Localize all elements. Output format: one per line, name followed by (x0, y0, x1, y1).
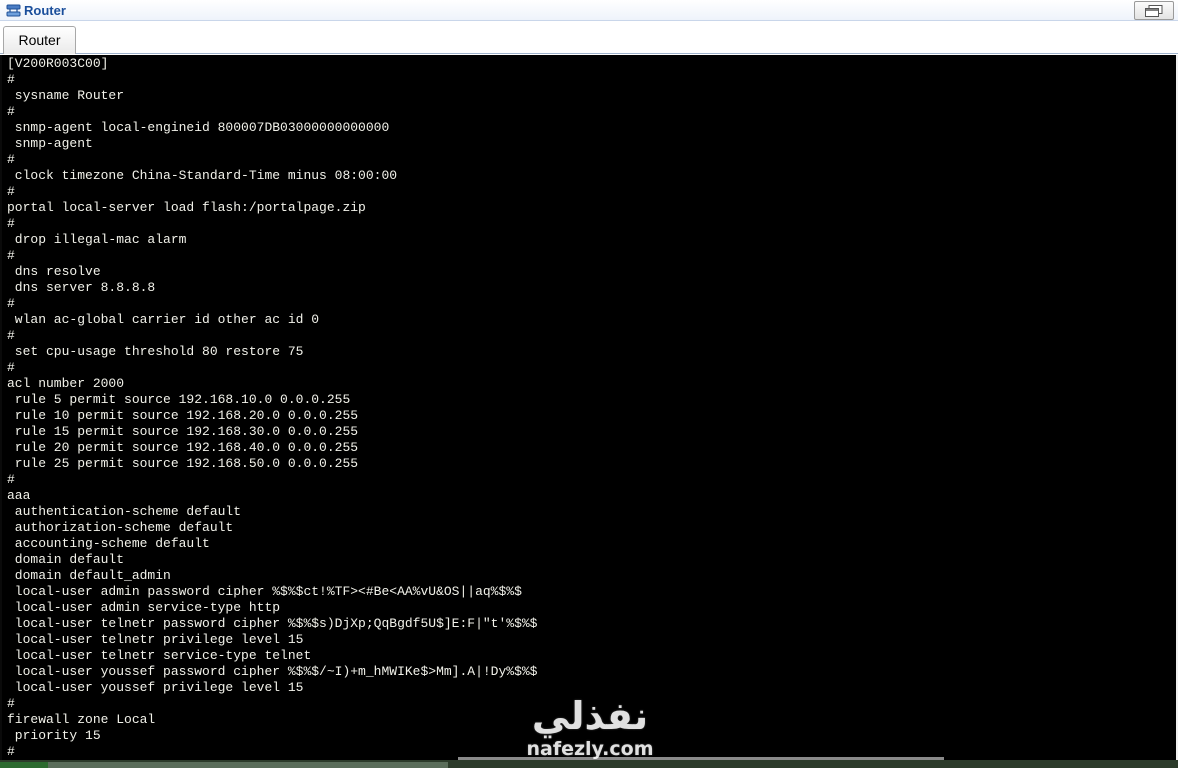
taskbar-segment (0, 762, 48, 768)
console-line: # (7, 184, 15, 199)
console-line: snmp-agent local-engineid 800007DB030000… (7, 120, 390, 135)
console-line: domain default (7, 552, 125, 567)
console-line: aaa (7, 488, 31, 503)
console-line: set cpu-usage threshold 80 restore 75 (7, 344, 304, 359)
console-line: local-user telnetr privilege level 15 (7, 632, 304, 647)
console-line: local-user admin service-type http (7, 600, 281, 615)
console-line: accounting-scheme default (7, 536, 210, 551)
tab-bar: Router (0, 21, 1178, 54)
console-line: rule 25 permit source 192.168.50.0 0.0.0… (7, 456, 359, 471)
console-line: authorization-scheme default (7, 520, 234, 535)
console-line: # (7, 472, 15, 487)
console-line: # (7, 104, 15, 119)
terminal-console[interactable]: [V200R003C00] # sysname Router # snmp-agen… (0, 55, 1176, 760)
console-line: rule 15 permit source 192.168.30.0 0.0.0… (7, 424, 359, 439)
console-line: local-user admin password cipher %$%$ct!… (7, 584, 522, 599)
console-line: dns resolve (7, 264, 101, 279)
console-line: firewall zone Local (7, 712, 156, 727)
console-line: snmp-agent (7, 136, 93, 151)
restore-window-button[interactable] (1134, 1, 1174, 20)
console-line: # (7, 152, 15, 167)
console-line: portal local-server load flash:/portalpa… (7, 200, 366, 215)
console-line: drop illegal-mac alarm (7, 232, 187, 247)
console-line: clock timezone China-Standard-Time minus… (7, 168, 398, 183)
console-line: priority 15 (7, 728, 101, 743)
watermark-logo: نفذلي nafezly.com (505, 694, 675, 768)
window-titlebar: Router (0, 0, 1178, 21)
console-line: acl number 2000 (7, 376, 125, 391)
console-line: dns server 8.8.8.8 (7, 280, 156, 295)
console-line: # (7, 72, 15, 87)
console-line: # (7, 216, 15, 231)
console-line: rule 10 permit source 192.168.20.0 0.0.0… (7, 408, 359, 423)
watermark-arabic-text: نفذلي (531, 694, 649, 738)
console-line: local-user youssef password cipher %$%$/… (7, 664, 538, 679)
console-line: local-user telnetr service-type telnet (7, 648, 312, 663)
console-line: # (7, 248, 15, 263)
console-line: rule 5 permit source 192.168.10.0 0.0.0.… (7, 392, 351, 407)
console-line: local-user telnetr password cipher %$%$s… (7, 616, 538, 631)
console-line: # (7, 296, 15, 311)
taskbar-segment (48, 762, 448, 768)
tab-router[interactable]: Router (3, 26, 76, 54)
console-line: local-user youssef privilege level 15 (7, 680, 304, 695)
watermark-latin-text: nafezly.com (526, 738, 654, 760)
console-line: sysname Router (7, 88, 125, 103)
window-title: Router (24, 3, 66, 18)
console-line: # (7, 360, 15, 375)
console-line: rule 20 permit source 192.168.40.0 0.0.0… (7, 440, 359, 455)
console-line: authentication-scheme default (7, 504, 242, 519)
console-line: [V200R003C00] (7, 56, 109, 71)
router-device-icon (6, 3, 21, 18)
console-line: wlan ac-global carrier id other ac id 0 (7, 312, 320, 327)
console-line: domain default_admin (7, 568, 171, 583)
console-output: [V200R003C00] # sysname Router # snmp-agen… (7, 56, 538, 760)
console-line: # (7, 328, 15, 343)
console-line: # (7, 696, 15, 711)
